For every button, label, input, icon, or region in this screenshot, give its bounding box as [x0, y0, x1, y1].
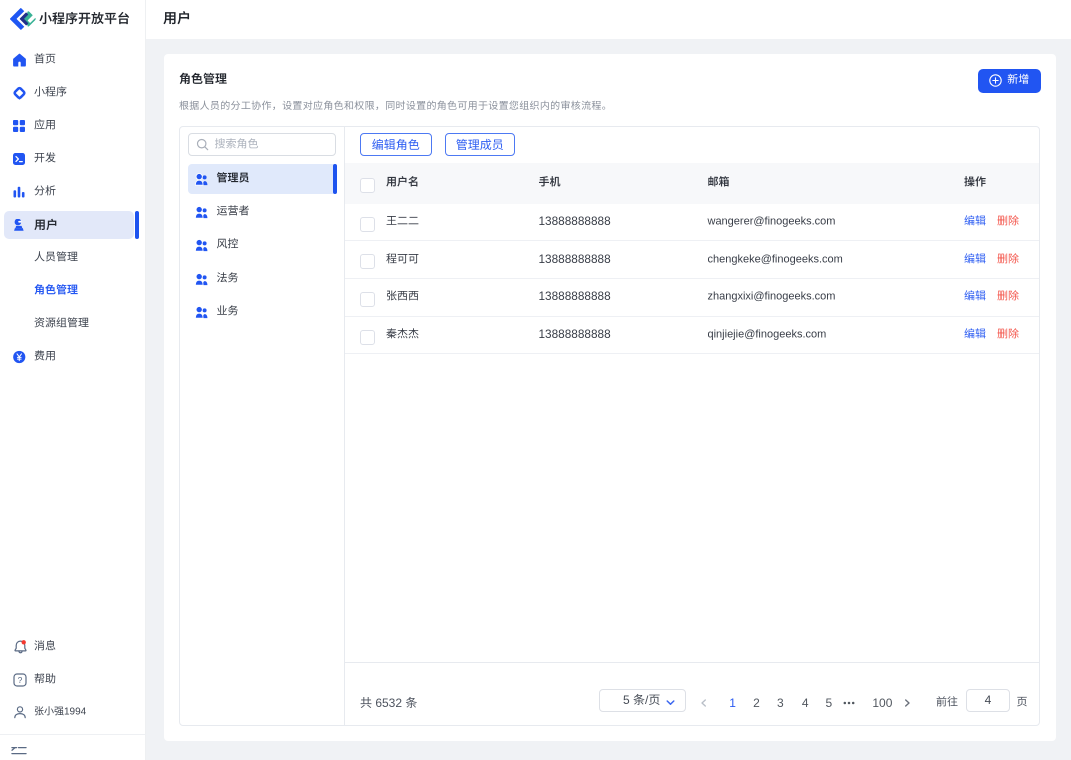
svg-text:?: ?: [18, 675, 23, 685]
